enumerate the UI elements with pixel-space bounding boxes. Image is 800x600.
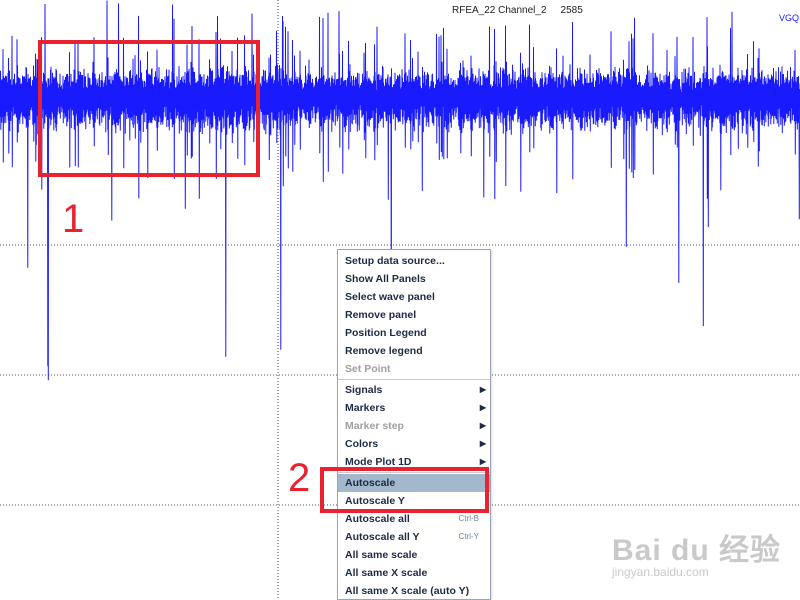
annotation-number-2: 2 [288,456,311,500]
menu-item-position-legend[interactable]: Position Legend [338,324,490,342]
baidu-watermark: Bai du 经验 jingyan.baidu.com [610,525,795,585]
menu-separator [338,379,490,380]
menu-item-label: All same X scale [345,567,428,579]
menu-item-label: Autoscale all Y [345,531,420,543]
menu-item-all-same-scale[interactable]: All same scale [338,546,490,564]
submenu-arrow-icon: ▶ [479,439,486,448]
menu-item-marker-step: Marker step ▶ [338,417,490,435]
menu-item-label: Remove panel [345,309,417,321]
menu-item-label: Marker step [345,420,404,432]
menu-item-autoscale-all-y[interactable]: Autoscale all Y Ctrl-Y [338,528,490,546]
submenu-arrow-icon: ▶ [479,403,486,412]
menu-item-markers[interactable]: Markers ▶ [338,399,490,417]
menu-item-label: Markers [345,402,386,414]
plot-title-value: 2585 [560,5,583,16]
menu-item-show-all-panels[interactable]: Show All Panels [338,270,490,288]
menu-item-all-same-x-scale[interactable]: All same X scale [338,564,490,582]
menu-item-label: Signals [345,384,383,396]
menu-item-setup-data-source[interactable]: Setup data source... [338,252,490,270]
menu-item-remove-panel[interactable]: Remove panel [338,306,490,324]
submenu-arrow-icon: ▶ [479,385,486,394]
menu-item-label: Set Point [345,363,391,375]
menu-item-label: Setup data source... [345,255,445,267]
menu-item-shortcut: Ctrl-Y [458,532,479,541]
menu-item-set-point: Set Point [338,360,490,378]
menu-item-label: All same X scale (auto Y) [345,585,470,597]
menu-item-label: Colors [345,438,379,450]
menu-item-colors[interactable]: Colors ▶ [338,435,490,453]
menu-item-label: Select wave panel [345,291,435,303]
plot-title: RFEA_22 Channel_2 2585 [452,5,583,16]
menu-item-select-wave-panel[interactable]: Select wave panel [338,288,490,306]
watermark-brand: Bai du 经验 [612,534,782,567]
menu-item-label: Autoscale all [345,513,410,525]
annotation-box-1 [38,40,260,177]
plot-title-channel: RFEA_22 Channel_2 [452,5,547,16]
menu-item-label: All same scale [345,549,418,561]
annotation-number-1: 1 [62,197,85,241]
wave-legend-label: VGQ [779,13,800,23]
menu-item-all-same-x-scale-auto-y[interactable]: All same X scale (auto Y) [338,582,490,599]
menu-item-remove-legend[interactable]: Remove legend [338,342,490,360]
menu-item-label: Remove legend [345,345,423,357]
menu-item-label: Show All Panels [345,273,426,285]
menu-item-signals[interactable]: Signals ▶ [338,381,490,399]
menu-item-label: Position Legend [345,327,427,339]
submenu-arrow-icon: ▶ [479,421,486,430]
annotation-box-2 [320,467,489,513]
context-menu: Setup data source... Show All Panels Selec… [337,249,491,600]
watermark-url: jingyan.baidu.com [612,565,709,579]
